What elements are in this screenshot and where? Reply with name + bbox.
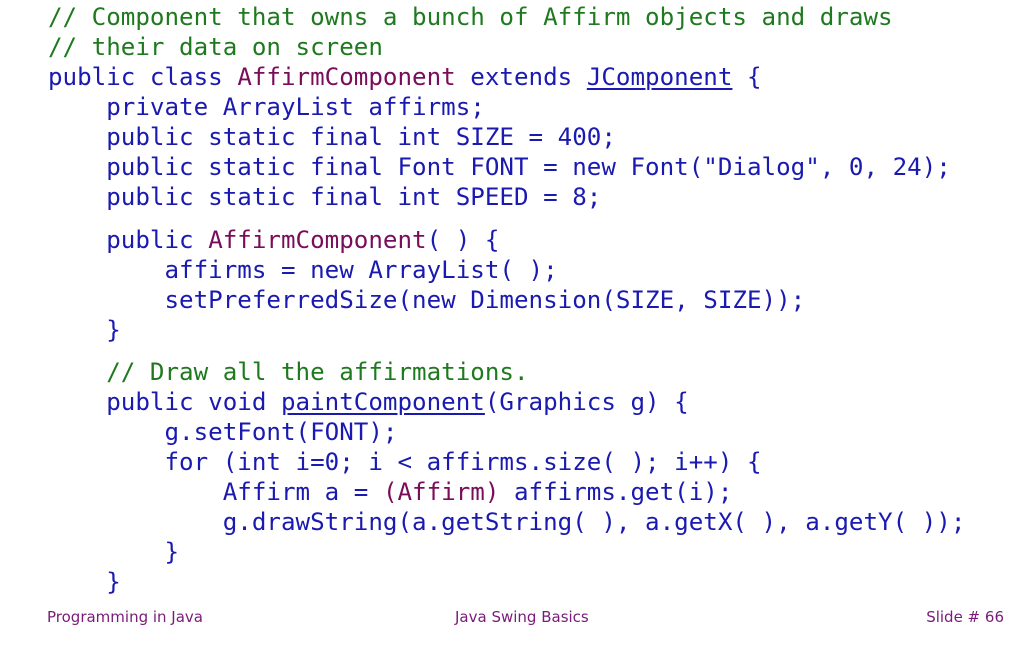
code-token: } (106, 568, 121, 596)
code-token: public static final int SPEED = 8; (106, 183, 602, 211)
code-line: public void paintComponent(Graphics g) { (48, 387, 965, 417)
code-line: g.drawString(a.getString( ), a.getX( ), … (48, 507, 966, 537)
code-line: public static final Font FONT = new Font… (48, 152, 965, 182)
footer-course-title: Programming in Java (47, 608, 203, 626)
code-token: affirms.get(i); (499, 478, 733, 506)
code-comment: // Draw all the affirmations. (106, 358, 529, 386)
code-class-name: AffirmComponent (208, 225, 427, 254)
code-line: setPreferredSize(new Dimension(SIZE, SIZ… (48, 285, 965, 315)
code-line: // Draw all the affirmations. (48, 357, 965, 387)
code-line: public static final int SPEED = 8; (48, 182, 965, 212)
code-token: for (int i=0; i < affirms.size( ); i++) … (164, 448, 762, 476)
code-line: } (48, 315, 965, 345)
code-token: setPreferredSize(new Dimension(SIZE, SIZ… (164, 285, 806, 314)
code-token: g.setFont(FONT); (164, 418, 398, 446)
code-line: } (48, 537, 965, 567)
code-line: // Component that owns a bunch of Affirm… (48, 2, 965, 32)
code-line: public class AffirmComponent extends JCo… (48, 62, 965, 92)
code-token: public class (48, 63, 238, 91)
footer-slide-number: Slide # 66 (926, 608, 1004, 626)
code-line: public static final int SIZE = 400; (48, 122, 965, 152)
code-token: paintComponent (281, 388, 485, 416)
code-blank-gap (48, 212, 965, 225)
code-class-name: AffirmComponent (237, 63, 456, 91)
code-token: g.drawString(a.getString( ), a.getX( ), … (222, 508, 966, 536)
code-token: } (106, 315, 121, 344)
code-line: g.setFont(FONT); (48, 417, 965, 447)
code-token: public static final Font FONT = new Font… (106, 153, 951, 181)
code-token: { (732, 63, 762, 91)
code-block: // Component that owns a bunch of Affirm… (48, 2, 965, 597)
footer-topic-title: Java Swing Basics (455, 608, 589, 626)
code-token: private ArrayList affirms; (106, 93, 485, 121)
code-token: public (106, 225, 209, 254)
code-token: affirms = new ArrayList( ); (164, 255, 558, 284)
code-token: JComponent (586, 63, 733, 91)
code-comment: // their data on screen (48, 33, 383, 61)
code-token: } (164, 538, 180, 566)
code-line: public AffirmComponent( ) { (48, 225, 965, 255)
code-token: public void (106, 388, 281, 416)
code-line: } (48, 567, 965, 597)
code-token: ( ) { (426, 225, 500, 254)
code-line: affirms = new ArrayList( ); (48, 255, 965, 285)
code-line: Affirm a = (Affirm) affirms.get(i); (48, 477, 965, 507)
code-token: public static final int SIZE = 400; (106, 123, 616, 151)
code-blank-gap (48, 345, 965, 358)
code-line: // their data on screen (48, 32, 965, 62)
code-token: extends (455, 63, 587, 91)
code-token: Affirm a = (222, 478, 383, 506)
code-line: for (int i=0; i < affirms.size( ); i++) … (48, 447, 965, 477)
code-line: private ArrayList affirms; (48, 92, 965, 122)
code-class-name: (Affirm) (382, 478, 500, 506)
code-comment: // Component that owns a bunch of Affirm… (48, 3, 893, 31)
code-token: (Graphics g) { (484, 388, 689, 416)
